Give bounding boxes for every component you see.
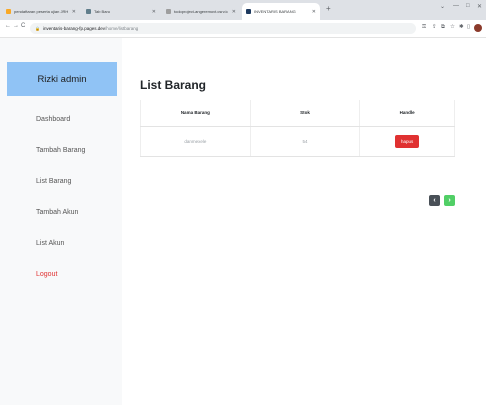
address-bar: ← → C 🔒 inventaris-barang-fp.pages.dev/h…: [0, 20, 486, 38]
sidebar: Rizki admin Dashboard Tambah Barang List…: [0, 38, 122, 405]
close-icon[interactable]: ✕: [312, 9, 316, 15]
new-tab-button[interactable]: +: [326, 4, 331, 13]
avatar[interactable]: [474, 24, 482, 32]
close-icon[interactable]: ✕: [152, 9, 156, 15]
star-icon[interactable]: ☆: [450, 24, 455, 30]
column-header-nama-barang: Nama Barang: [140, 100, 251, 127]
table-header-row: Nama Barang Stok Handle: [140, 100, 455, 127]
tab-favicon-icon: [86, 9, 91, 14]
key-icon[interactable]: ⚿: [422, 24, 426, 31]
sidebar-item-tambah-akun[interactable]: Tambah Akun: [36, 209, 78, 216]
forward-icon[interactable]: →: [13, 23, 19, 29]
browser-tab-active[interactable]: INVENTARIS BARANG ✕: [242, 3, 320, 20]
browser-tab-bar: pendaftaran peserta ujian JRHPro ✕ Tab B…: [0, 0, 486, 20]
sidebar-item-list-akun[interactable]: List Akun: [36, 240, 64, 247]
close-window-icon[interactable]: ✕: [477, 3, 482, 10]
next-page-button[interactable]: ›: [444, 195, 455, 206]
column-header-handle: Handle: [359, 100, 455, 127]
url-input[interactable]: 🔒 inventaris-barang-fp.pages.dev/home/li…: [30, 23, 416, 34]
minimize-icon[interactable]: —: [453, 3, 459, 9]
sidebar-item-logout[interactable]: Logout: [36, 271, 57, 278]
extensions-icon[interactable]: ✱: [459, 24, 464, 30]
tab-favicon-icon: [6, 9, 11, 14]
sidepanel-icon[interactable]: ▯: [467, 24, 470, 30]
tab-label: todoproject-angeremovt.csrv.io: [174, 9, 228, 14]
column-header-stok: Stok: [249, 100, 361, 127]
sidebar-item-list-barang[interactable]: List Barang: [36, 178, 71, 185]
browser-tab[interactable]: todoproject-angeremovt.csrv.io ✕: [162, 3, 240, 20]
main-content: List Barang Nama Barang Stok Handle danm…: [122, 38, 486, 405]
delete-button[interactable]: hapus: [395, 134, 420, 148]
tab-label: INVENTARIS BARANG: [254, 9, 296, 14]
url-path: /home/listbarang: [105, 26, 139, 31]
maximize-icon[interactable]: □: [466, 3, 470, 9]
items-table: Nama Barang Stok Handle danmexele 54 hap…: [140, 100, 455, 157]
screenshot-icon[interactable]: ⧉: [441, 24, 445, 31]
table-row: danmexele 54 hapus: [140, 126, 455, 157]
sidebar-item-dashboard[interactable]: Dashboard: [36, 116, 70, 123]
tab-label: Tab Baru: [94, 9, 111, 14]
sidebar-user-header: Rizki admin: [7, 62, 117, 96]
browser-tab[interactable]: Tab Baru ✕: [82, 3, 160, 20]
page-title: List Barang: [140, 78, 207, 92]
lock-icon: 🔒: [35, 26, 40, 31]
share-icon[interactable]: ⇪: [432, 24, 437, 30]
close-icon[interactable]: ✕: [232, 9, 236, 15]
tab-favicon-icon: [246, 9, 251, 14]
close-icon[interactable]: ✕: [72, 9, 76, 15]
reload-icon[interactable]: C: [21, 23, 25, 29]
tab-favicon-icon: [166, 9, 171, 14]
previous-page-button[interactable]: ‹: [429, 195, 440, 206]
cell-handle: hapus: [359, 126, 455, 157]
back-icon[interactable]: ←: [5, 23, 11, 29]
cell-stok: 54: [249, 126, 361, 157]
browser-tab[interactable]: pendaftaran peserta ujian JRHPro ✕: [2, 3, 80, 20]
url-host: inventaris-barang-fp.pages.dev: [42, 26, 106, 31]
chevron-down-icon[interactable]: ⌄: [440, 3, 445, 10]
cell-nama-barang: danmexele: [140, 126, 251, 157]
tab-label: pendaftaran peserta ujian JRHPro: [14, 9, 68, 14]
sidebar-item-tambah-barang[interactable]: Tambah Barang: [36, 147, 85, 154]
